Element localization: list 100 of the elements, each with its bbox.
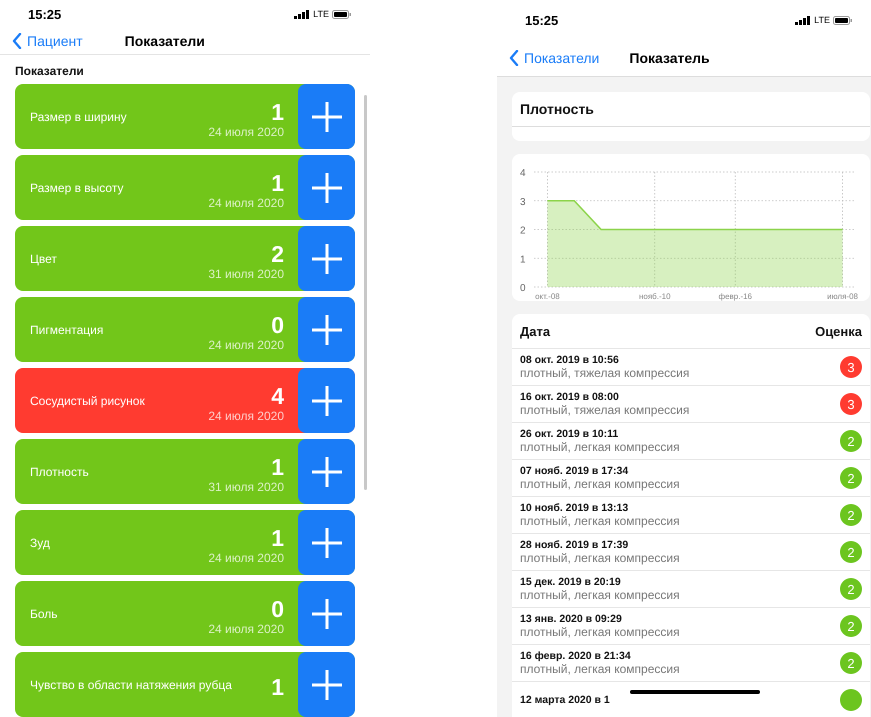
- add-button[interactable]: [298, 84, 355, 149]
- add-button[interactable]: [298, 581, 355, 646]
- row-note: плотный, легкая компрессия: [520, 477, 681, 491]
- indicator-date: 24 июля 2020: [208, 550, 284, 564]
- network-label: LTE: [313, 9, 329, 20]
- score-badge: 2: [840, 430, 862, 452]
- plus-icon: [310, 242, 342, 274]
- back-button[interactable]: Показатели: [509, 50, 600, 66]
- history-row[interactable]: 08 окт. 2019 в 10:56 плотный, тяжелая компрессия 3: [512, 349, 870, 386]
- indicator-name: Цвет: [30, 252, 58, 266]
- indicator-date: 24 июля 2020: [208, 196, 284, 210]
- y-tick-label: 0: [520, 283, 526, 294]
- history-row[interactable]: 13 янв. 2020 в 09:29 плотный, легкая компрессия 2: [512, 608, 870, 645]
- indicator-date: 31 июля 2020: [208, 480, 284, 494]
- indicator-date: 24 июля 2020: [208, 408, 284, 422]
- row-date: 26 окт. 2019 в 10:11: [520, 428, 620, 440]
- indicator-card[interactable]: Размер в ширину 1 24 июля 2020: [15, 84, 355, 149]
- row-date: 15 дек. 2019 в 20:19: [520, 576, 622, 588]
- score-badge: 2: [840, 615, 862, 637]
- indicator-date: 31 июля 2020: [208, 266, 284, 280]
- indicator-name: Зуд: [30, 536, 51, 550]
- row-note: плотный, легкая компрессия: [520, 551, 681, 565]
- indicator-name: Сосудистый рисунок: [30, 394, 146, 408]
- row-note: плотный, тяжелая компрессия: [520, 403, 690, 417]
- battery-icon: [833, 16, 853, 24]
- row-date: 10 нояб. 2019 в 13:13: [520, 502, 630, 514]
- add-button[interactable]: [298, 226, 355, 291]
- column-header: Оценка: [815, 324, 862, 338]
- indicator-card[interactable]: Боль 0 24 июля 2020: [15, 581, 355, 646]
- score-badge: 2: [840, 652, 862, 674]
- indicator-name: Чувство в области натяжения рубца: [30, 678, 233, 692]
- screen-title: Показатели: [124, 33, 205, 50]
- y-tick-label: 3: [520, 196, 526, 208]
- indicator-value: 0: [271, 312, 284, 338]
- x-tick-label: июля-08: [827, 292, 858, 301]
- score-badge: 2: [840, 541, 862, 563]
- indicator-name: Плотность: [30, 464, 90, 478]
- row-note: плотный, легкая компрессия: [520, 514, 681, 528]
- row-note: плотный, легкая компрессия: [520, 625, 681, 639]
- history-row[interactable]: 16 окт. 2019 в 08:00 плотный, тяжелая компрессия 3: [512, 386, 870, 423]
- row-note: плотный, легкая компрессия: [520, 440, 681, 454]
- history-row[interactable]: 07 нояб. 2019 в 17:34 плотный, легкая компрессия 2: [512, 460, 870, 497]
- row-date: 28 нояб. 2019 в 17:39: [520, 539, 630, 551]
- indicator-title: Плотность: [520, 101, 594, 117]
- add-button[interactable]: [298, 652, 355, 717]
- network-label: LTE: [814, 15, 830, 25]
- section-title: Показатели: [14, 63, 85, 80]
- plus-icon: [310, 526, 342, 558]
- x-tick-label: нояб.-10: [638, 292, 671, 301]
- screen-title: Показатель: [629, 50, 710, 66]
- indicator-card[interactable]: Зуд 1 24 июля 2020: [15, 510, 355, 575]
- back-button[interactable]: Пациент: [12, 33, 83, 50]
- indicator-card[interactable]: Сосудистый рисунок 4 24 июля 2020: [15, 368, 355, 433]
- battery-icon: [332, 10, 352, 19]
- add-button[interactable]: [298, 155, 355, 220]
- indicator-value: 1: [271, 170, 284, 196]
- indicator-card[interactable]: Плотность 1 31 июля 2020: [15, 439, 355, 504]
- history-row[interactable]: 15 дек. 2019 в 20:19 плотный, легкая компрессия 2: [512, 571, 870, 608]
- add-button[interactable]: [298, 297, 355, 362]
- add-button[interactable]: [298, 510, 355, 575]
- plus-icon: [310, 314, 342, 346]
- indicator-name: Боль: [30, 606, 59, 620]
- plus-icon: [310, 598, 342, 630]
- row-note: плотный, легкая компрессия: [520, 662, 681, 676]
- plus-icon: [310, 384, 342, 416]
- signal-icon: [294, 10, 310, 19]
- indicator-value: 1: [271, 454, 284, 480]
- score-badge: 3: [840, 393, 862, 415]
- plus-icon: [310, 668, 342, 700]
- indicator-name: Пигментация: [30, 322, 104, 336]
- indicator-value: 1: [271, 524, 284, 550]
- score-badge: 2: [840, 467, 862, 489]
- history-row[interactable]: 28 нояб. 2019 в 17:39 плотный, легкая компрессия 2: [512, 534, 870, 571]
- indicator-value: 1: [271, 674, 284, 700]
- row-date: 07 нояб. 2019 в 17:34: [520, 465, 630, 477]
- add-button[interactable]: [298, 439, 355, 504]
- indicator-card[interactable]: Пигментация 0 24 июля 2020: [15, 297, 355, 362]
- history-row[interactable]: 26 окт. 2019 в 10:11 плотный, легкая компрессия 2: [512, 423, 870, 460]
- history-row[interactable]: 10 нояб. 2019 в 13:13 плотный, легкая компрессия 2: [512, 497, 870, 534]
- add-button[interactable]: [298, 368, 355, 433]
- indicator-value: 0: [271, 596, 284, 622]
- chevron-icon: [509, 50, 519, 66]
- indicator-name: Размер в высоту: [30, 180, 124, 194]
- row-date: 16 февр. 2020 в 21:34: [520, 650, 632, 662]
- chevron-icon: [12, 33, 22, 50]
- row-date: 16 окт. 2019 в 08:00: [520, 391, 620, 403]
- y-tick-label: 2: [520, 226, 526, 236]
- status-time: 15:25: [28, 6, 62, 22]
- indicator-card[interactable]: Цвет 2 31 июля 2020: [15, 226, 355, 291]
- indicator-card[interactable]: Размер в высоту 1 24 июля 2020: [15, 155, 355, 220]
- plus-icon: [310, 172, 342, 204]
- score-badge: 3: [840, 356, 862, 378]
- column-header: Дата: [520, 324, 550, 338]
- history-row[interactable]: 16 февр. 2020 в 21:34 плотный, легкая компрессия 2: [512, 645, 870, 682]
- indicator-date: 24 июля 2020: [208, 124, 284, 138]
- indicator-value: 4: [271, 382, 284, 408]
- indicator-card[interactable]: Чувство в области натяжения рубца 1: [15, 652, 355, 717]
- status-time: 15:25: [525, 12, 558, 28]
- x-tick-label: окт.-08: [535, 292, 560, 301]
- indicator-value: 1: [271, 98, 284, 124]
